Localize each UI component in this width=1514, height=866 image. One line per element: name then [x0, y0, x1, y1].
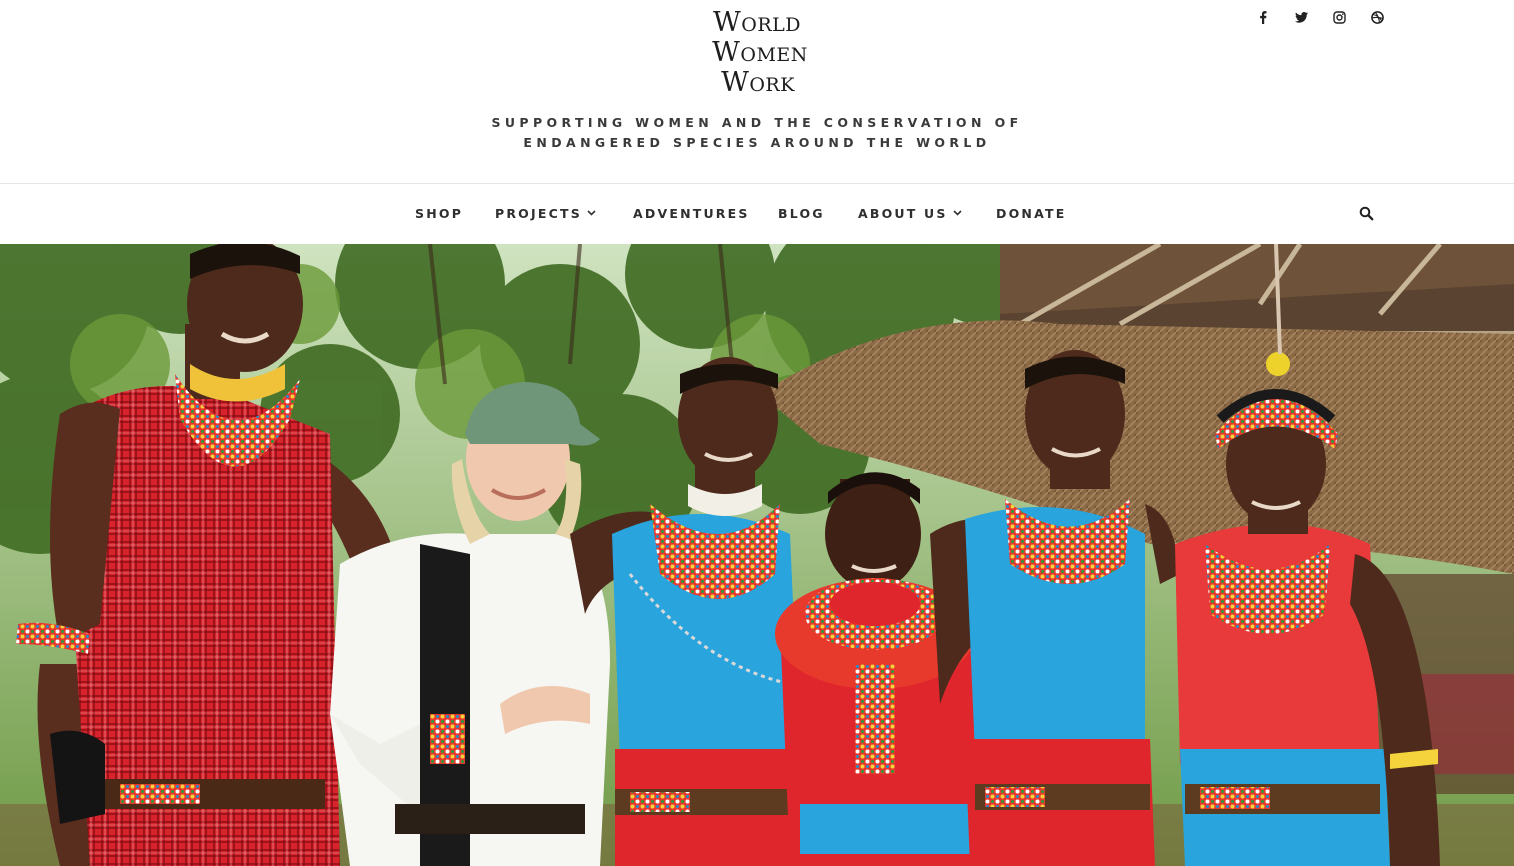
nav-item-projects[interactable]: PROJECTS — [495, 206, 596, 221]
site-tagline: SUPPORTING WOMEN AND THE CONSERVATION OF… — [457, 113, 1057, 152]
site-logo[interactable]: World Women Work — [692, 8, 822, 98]
nav-label-projects: PROJECTS — [495, 206, 582, 221]
group-photo — [0, 244, 1514, 866]
logo-line-1: World — [713, 7, 801, 38]
instagram-icon[interactable] — [1320, 6, 1358, 28]
chevron-down-icon — [953, 209, 962, 216]
twitter-icon[interactable] — [1282, 6, 1320, 28]
nav-item-adventures[interactable]: ADVENTURES — [633, 206, 750, 221]
nav-item-donate[interactable]: DONATE — [996, 206, 1066, 221]
nav-label-blog: BLOG — [778, 206, 825, 221]
logo-line-3: Work — [721, 67, 795, 98]
dribbble-icon[interactable] — [1358, 6, 1396, 28]
nav-label-about-us: ABOUT US — [858, 206, 948, 221]
nav-item-shop[interactable]: SHOP — [415, 206, 463, 221]
nav-label-adventures: ADVENTURES — [633, 206, 750, 221]
chevron-down-icon — [587, 209, 596, 216]
search-icon[interactable] — [1359, 206, 1374, 221]
hero-group-photo — [0, 244, 1514, 866]
tagline-line-1: SUPPORTING WOMEN AND THE CONSERVATION OF — [491, 115, 1023, 130]
logo-line-2: Women — [712, 37, 808, 68]
main-nav: SHOP PROJECTS ADVENTURES BLOG ABOUT US D… — [0, 184, 1514, 244]
nav-item-about-us[interactable]: ABOUT US — [858, 206, 962, 221]
tagline-line-2: ENDANGERED SPECIES AROUND THE WORLD — [523, 134, 991, 150]
nav-item-blog[interactable]: BLOG — [778, 206, 825, 221]
nav-label-shop: SHOP — [415, 206, 464, 221]
nav-label-donate: DONATE — [996, 206, 1067, 221]
social-links — [1244, 6, 1396, 28]
facebook-icon[interactable] — [1244, 6, 1282, 28]
site-header: World Women Work SUPPORTING WOMEN AND TH… — [0, 0, 1514, 184]
